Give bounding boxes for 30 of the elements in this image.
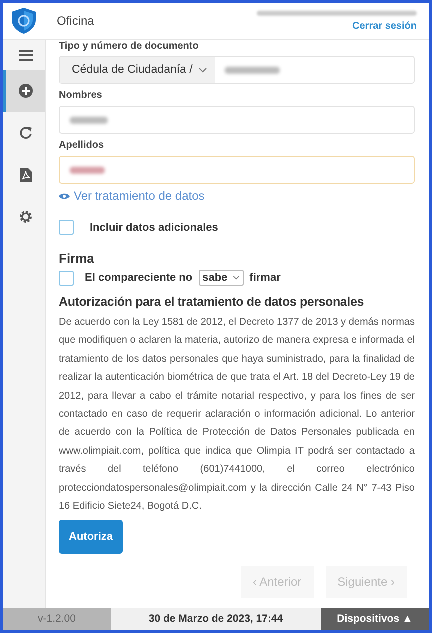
- date-time-label: 30 de Marzo de 2023, 17:44: [111, 608, 321, 630]
- eye-icon: [59, 192, 70, 200]
- section-title: Firma: [59, 251, 96, 266]
- shield-logo-icon: [11, 7, 37, 35]
- version-label: v-1.2.00: [3, 608, 111, 630]
- checkbox-label: Incluir datos adicionales: [90, 222, 218, 234]
- field-label: Nombres: [59, 90, 104, 101]
- menu-icon: [18, 50, 32, 60]
- checkbox[interactable]: [59, 220, 74, 235]
- chevron-down-icon: [232, 276, 240, 280]
- names-field[interactable]: [59, 106, 415, 134]
- authorization-paragraph: De acuerdo con la Ley 1581 de 2012, el Decreto 1377 de 2013 y demás normas que modifiquen o aclaren la materia, autorizo de manera expresa e informada el tratamiento de los datos personales que haya suministrado, para la finalidad de realizar la autenticación biométrica de que trata el Art. 18 del Decreto-Ley 19 de 2012, para llevar a cabo el trámite notarial respectivo, y para los fines de ser contactado en caso de requerir aclaración o información adicional. Lo anterior de acuerdo con la Política de Protección de Datos Personales publicada en www.olimpiait.com, política que indica que Olimpia IT podrá ser contactado a través del teléfono (601)7441000, el correo electrónico protecciondatospersonales@olimpiait.com y la dirección Calle 24 N° 7-43 Piso 16 Edificio Siete24, Bogotá D.C.: [59, 316, 415, 514]
- signature-choice-select[interactable]: sabe: [198, 270, 244, 286]
- refresh-icon: [18, 126, 32, 140]
- field-label: Tipo y número de documento: [59, 41, 199, 52]
- checkbox-label: firmar: [250, 272, 281, 284]
- authorize-button[interactable]: Autoriza: [59, 520, 123, 554]
- settings-icon: [18, 210, 32, 224]
- checkbox[interactable]: [59, 270, 74, 286]
- field-label: Apellidos: [59, 140, 106, 151]
- plus-circle-icon: [18, 84, 32, 98]
- section-title: Autorización para el tratamiento de datos personales: [59, 295, 365, 309]
- devices-button[interactable]: Dispositivos ▲: [321, 608, 429, 630]
- view-data-treatment-link[interactable]: Ver tratamiento de datos: [59, 189, 205, 203]
- checkbox-label: El compareciente no: [85, 272, 193, 284]
- logout-link[interactable]: Cerrar sesión: [352, 20, 417, 32]
- pdf-file-icon: [20, 168, 32, 182]
- office-title: Oficina: [57, 14, 96, 28]
- surnames-field[interactable]: [59, 156, 415, 184]
- sidebar-item[interactable]: [3, 70, 45, 112]
